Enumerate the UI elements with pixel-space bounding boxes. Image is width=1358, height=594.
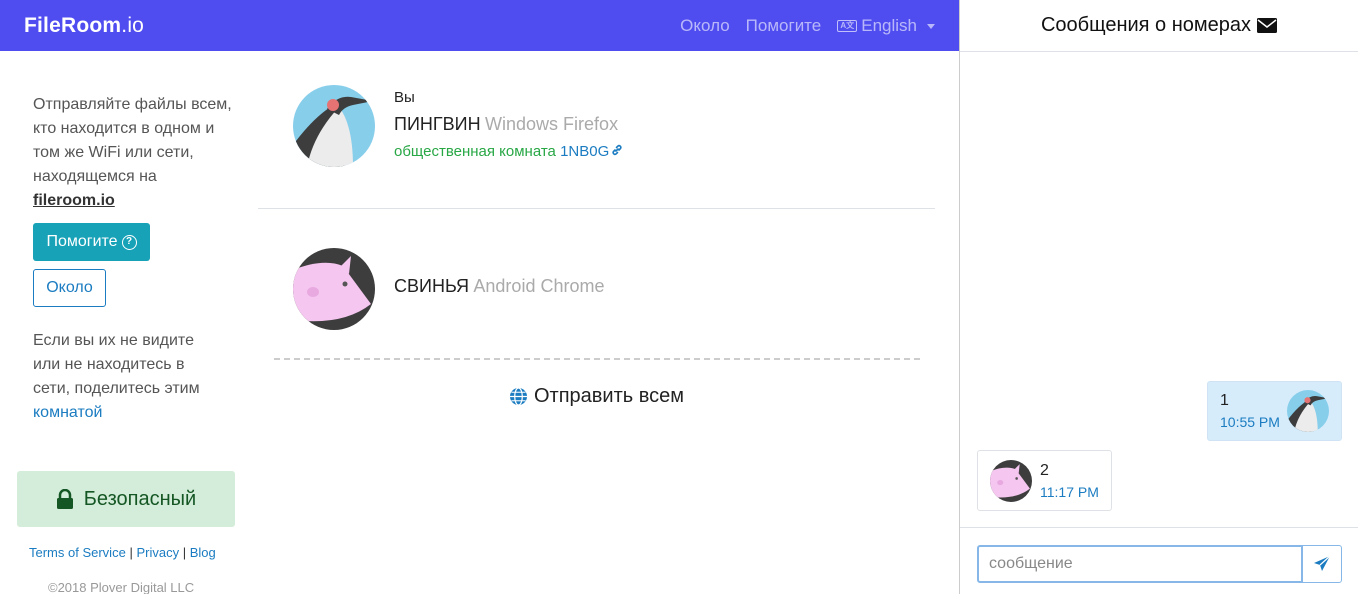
send-message-button[interactable] <box>1302 545 1342 583</box>
help-button[interactable]: Помогите ? <box>33 223 150 261</box>
self-peer: Вы ПИНГВИН Windows Firefox общественная … <box>258 85 935 167</box>
nav-about-link[interactable]: Около <box>680 16 730 36</box>
message-text: 1 <box>1220 392 1229 409</box>
self-peer-device: Windows Firefox <box>485 114 619 134</box>
navbar: FileRoom.io Около Помогите A文 English <box>0 0 959 51</box>
penguin-avatar <box>1287 390 1329 432</box>
dashed-divider <box>274 358 920 360</box>
secure-label: Безопасный <box>83 487 197 510</box>
about-button-label: Около <box>46 279 93 296</box>
paper-plane-icon <box>1314 555 1331 571</box>
help-button-label: Помогите <box>46 233 118 250</box>
room-info: общественная комната 1NB0G <box>394 143 623 160</box>
app: FileRoom.io Около Помогите A文 English От… <box>0 0 1358 594</box>
secure-badge: Безопасный <box>17 471 235 527</box>
you-label: Вы <box>394 89 415 106</box>
fileroom-link[interactable]: fileroom.io <box>33 192 115 209</box>
chat-footer <box>960 527 1358 594</box>
lock-icon <box>56 489 73 509</box>
chat-title: Сообщения о номерах <box>1040 14 1252 36</box>
share-room-link[interactable]: комнатой <box>33 404 102 421</box>
message-input[interactable] <box>977 545 1303 583</box>
footer-links: Terms of Service | Privacy | Blog <box>29 545 216 560</box>
pig-avatar <box>293 248 375 330</box>
message-time: 11:17 PM <box>1040 483 1099 500</box>
intro-text: Отправляйте файлы всем, кто находится в … <box>33 93 233 213</box>
chevron-down-icon <box>927 24 935 29</box>
penguin-avatar <box>293 85 375 167</box>
about-button[interactable]: Около <box>33 269 106 307</box>
other-peer-name: СВИНЬЯ <box>394 276 469 296</box>
brand-main: FileRoom <box>24 13 122 37</box>
question-circle-icon: ? <box>121 234 137 250</box>
share-text: Если вы их не видите или не находитесь в… <box>33 329 213 425</box>
chat-message-received: 2 11:17 PM <box>977 450 1112 511</box>
privacy-link[interactable]: Privacy <box>136 545 179 560</box>
room-code: 1NB0G <box>560 143 610 160</box>
copyright: ©2018 Plover Digital LLC <box>48 580 195 594</box>
blog-link[interactable]: Blog <box>190 545 216 560</box>
send-all-label: Отправить всем <box>534 385 684 407</box>
language-label: English <box>861 15 917 35</box>
share-text-body: Если вы их не видите или не находитесь в… <box>33 332 200 397</box>
chat-header: Сообщения о номерах <box>960 0 1358 52</box>
other-peer[interactable]: СВИНЬЯ Android Chrome <box>258 248 935 330</box>
link-icon <box>612 144 622 156</box>
chat-panel: Сообщения о номерах 1 10:55 PM 2 11:17 P… <box>959 0 1358 594</box>
peer-divider <box>258 208 935 209</box>
terms-link[interactable]: Terms of Service <box>29 545 126 560</box>
translate-icon: A文 <box>837 19 858 32</box>
message-time: 10:55 PM <box>1220 414 1280 430</box>
footer-separator: | <box>129 545 133 560</box>
room-label: общественная комната <box>394 143 556 160</box>
footer-separator: | <box>182 545 187 560</box>
nav-links: Около Помогите A文 English <box>680 16 935 36</box>
brand-tld: .io <box>121 13 145 37</box>
sidebar: Отправляйте файлы всем, кто находится в … <box>0 51 258 594</box>
room-code-link[interactable]: 1NB0G <box>560 143 623 160</box>
other-peer-device: Android Chrome <box>473 276 605 296</box>
message-text: 2 <box>1040 461 1049 479</box>
nav-help-link[interactable]: Помогите <box>746 16 822 36</box>
brand-logo[interactable]: FileRoom.io <box>24 14 144 38</box>
intro-text-body: Отправляйте файлы всем, кто находится в … <box>33 96 232 185</box>
peers-panel: Вы ПИНГВИН Windows Firefox общественная … <box>258 51 959 594</box>
self-peer-name: ПИНГВИН <box>394 114 481 134</box>
envelope-icon <box>1257 18 1278 33</box>
pig-avatar <box>990 459 1032 502</box>
language-dropdown[interactable]: A文 English <box>837 16 935 36</box>
chat-message-sent: 1 10:55 PM <box>1207 381 1342 441</box>
send-all-button[interactable]: Отправить всем <box>258 385 935 408</box>
globe-icon <box>509 387 528 406</box>
